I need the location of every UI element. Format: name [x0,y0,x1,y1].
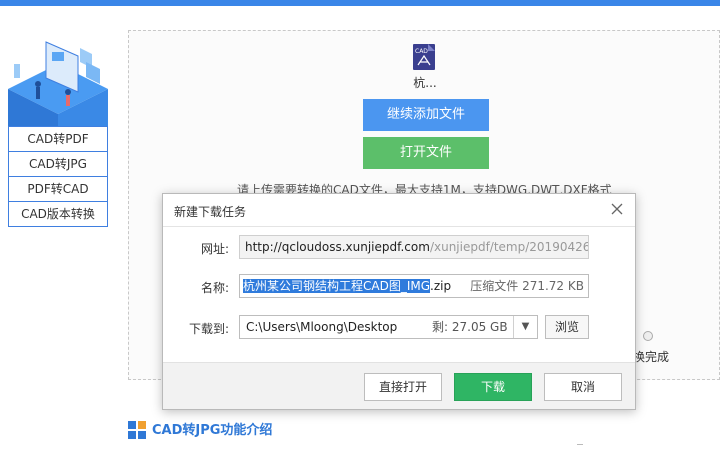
sidebar-item-cad-to-pdf[interactable]: CAD转PDF [9,126,107,151]
hero-illustration [8,34,108,126]
url-path: /xunjiepdf/temp/20190426/ [429,240,589,254]
cad-file-icon: CAD [413,44,435,70]
file-name-selected-text: 杭州某公司钢结构工程CAD图_IMG [243,279,431,293]
conversion-status: 换完成 [633,350,670,364]
sidebar-item-cad-to-jpg[interactable]: CAD转JPG [9,151,107,176]
open-file-button[interactable]: 打开文件 [363,137,489,169]
download-button[interactable]: 下载 [454,373,532,401]
download-path-select[interactable]: C:\Users\Mloong\Desktop 剩: 27.05 GB ▼ [239,315,538,339]
close-icon[interactable] [609,201,625,217]
sidebar-item-pdf-to-cad[interactable]: PDF转CAD [9,176,107,201]
dialog-title: 新建下载任务 [174,205,247,219]
url-field[interactable]: http://qcloudoss.xunjiepdf.com/xunjiepdf… [239,235,589,259]
file-extension: .zip [430,279,452,293]
cad-file-badge: CAD [415,48,428,55]
free-space: 剩: 27.05 GB [432,320,508,334]
top-accent-bar [0,0,720,6]
status-icon [643,331,653,341]
name-label: 名称: [200,281,229,295]
file-name-input[interactable]: 杭州某公司钢结构工程CAD图_IMG.zip 压缩文件 271.72 KB [239,274,589,298]
add-more-files-button[interactable]: 继续添加文件 [363,99,489,131]
browse-button[interactable]: 浏览 [545,315,589,339]
cancel-button[interactable]: 取消 [544,373,622,401]
section-title: CAD转JPG功能介绍 [152,423,273,438]
download-path: C:\Users\Mloong\Desktop [246,320,398,334]
dialog-divider [163,226,635,227]
isometric-illustration-icon [8,41,108,126]
sidebar-item-cad-version-convert[interactable]: CAD版本转换 [9,201,107,226]
url-host: http://qcloudoss.xunjiepdf.com [245,240,430,254]
file-name: 杭... [413,76,437,90]
download-to-label: 下载到: [188,322,229,336]
sidebar: CAD转PDF CAD转JPG PDF转CAD CAD版本转换 [8,34,108,227]
feature-grid-icon [128,421,146,439]
decorative-divider [577,444,583,450]
direct-open-button[interactable]: 直接打开 [364,373,442,401]
chevron-down-icon[interactable]: ▼ [513,316,537,338]
file-size-info: 压缩文件 271.72 KB [470,279,584,293]
url-label: 网址: [200,242,229,256]
sidebar-menu: CAD转PDF CAD转JPG PDF转CAD CAD版本转换 [8,126,108,227]
new-download-task-dialog: 新建下载任务 网址: http://qcloudoss.xunjiepdf.co… [162,193,636,410]
